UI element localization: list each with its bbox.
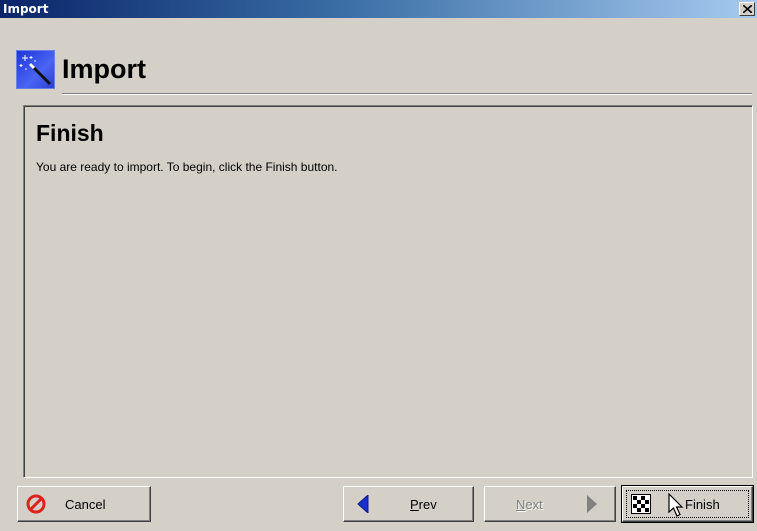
import-wizard-window: Import Import Finish You are ready to im… (0, 0, 757, 531)
next-button[interactable]: Next (484, 486, 616, 522)
next-label-rest: ext (525, 497, 543, 512)
content-panel-inner: Finish You are ready to import. To begin… (24, 106, 752, 477)
prev-button-label: Prev (410, 497, 437, 513)
cancel-button[interactable]: Cancel (17, 486, 151, 522)
prev-mnemonic: P (410, 497, 419, 512)
content-panel: Finish You are ready to import. To begin… (23, 105, 753, 478)
step-description: You are ready to import. To begin, click… (36, 160, 338, 174)
title-bar[interactable]: Import (0, 0, 757, 18)
header-title: Import (62, 54, 146, 84)
arrow-right-icon (587, 495, 597, 513)
window-title: Import (3, 2, 49, 16)
next-button-label: Next (516, 497, 543, 513)
finish-button[interactable]: Finish (621, 485, 754, 523)
close-button[interactable] (739, 2, 755, 16)
checkered-flag-icon (631, 494, 651, 514)
prev-button[interactable]: Prev (343, 486, 474, 522)
header-divider (62, 93, 752, 95)
step-title: Finish (36, 120, 104, 146)
prev-label-rest: rev (418, 497, 437, 512)
close-icon (743, 5, 752, 13)
arrow-left-icon (357, 495, 369, 513)
finish-button-label: Finish (685, 497, 720, 512)
mouse-pointer-icon (668, 493, 684, 517)
next-mnemonic: N (516, 497, 526, 512)
wizard-wand-icon (16, 50, 55, 89)
cancel-button-label: Cancel (65, 497, 106, 512)
cancel-icon (26, 494, 46, 514)
